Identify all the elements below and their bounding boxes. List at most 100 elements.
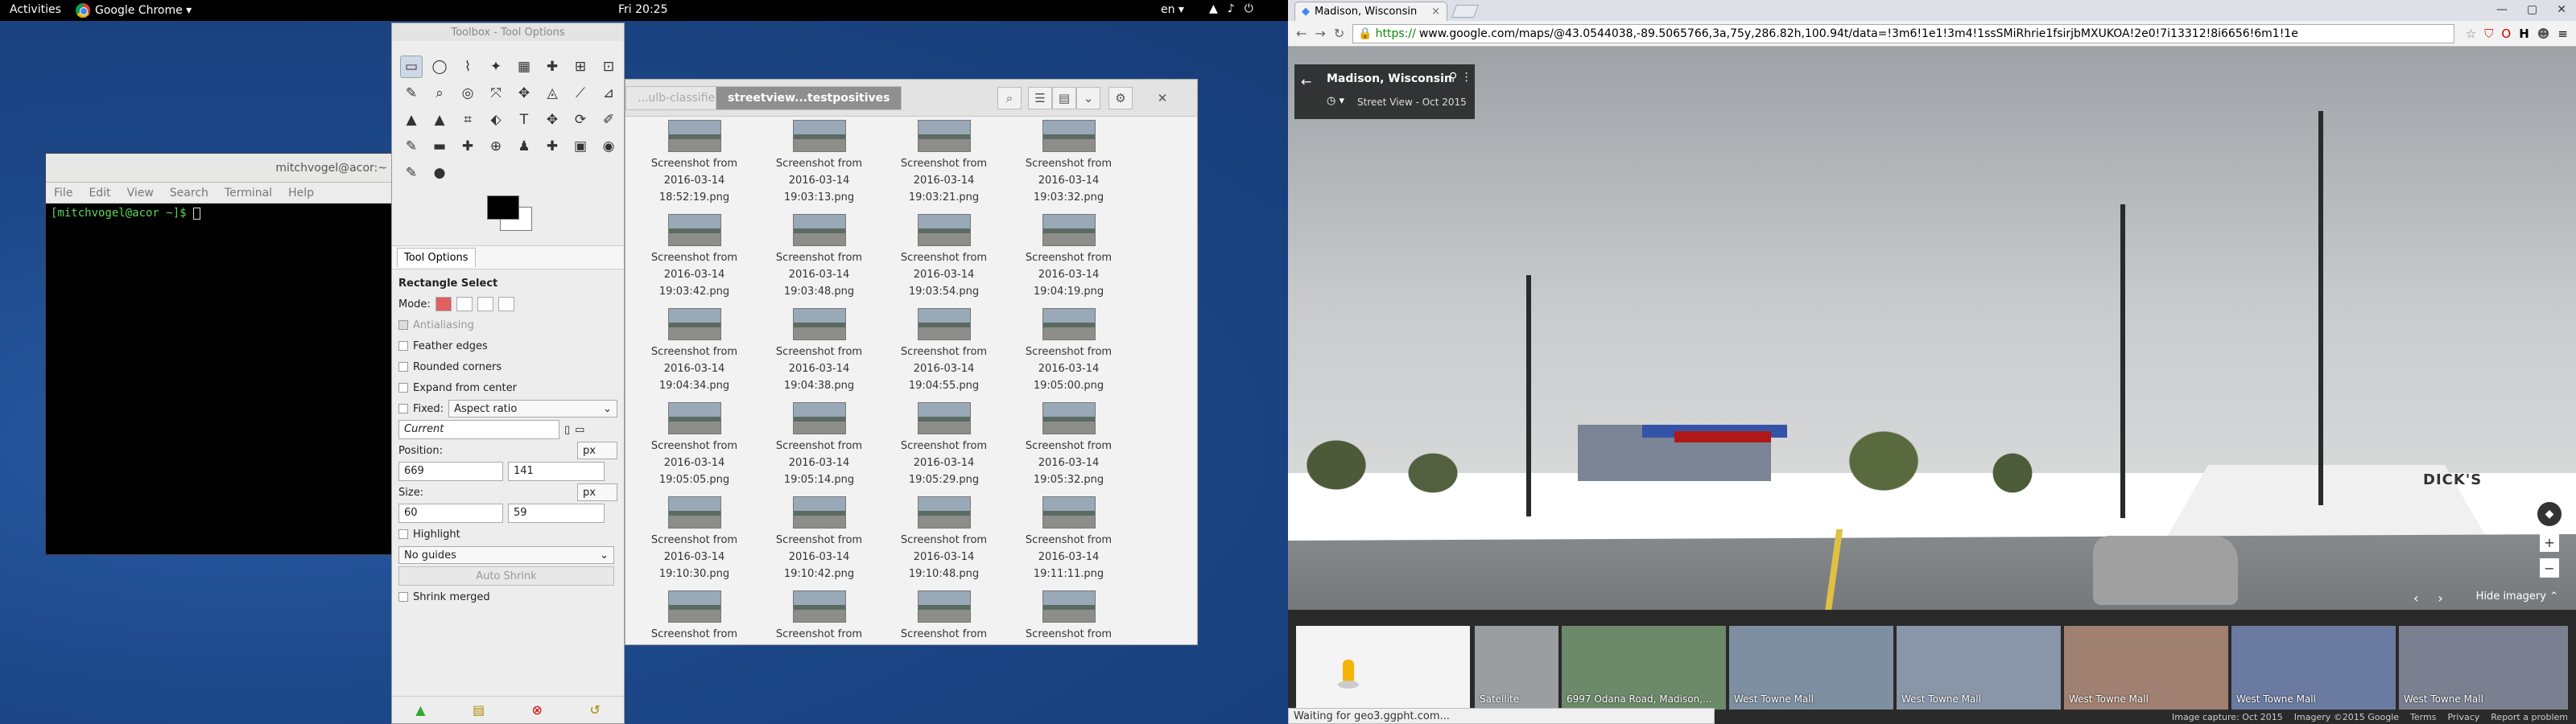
mode-intersect-button[interactable] (497, 297, 514, 311)
compass-icon[interactable]: ◆ (2537, 502, 2562, 526)
tool-button-12-icon[interactable]: ✥ (513, 82, 535, 105)
tool-button-3-icon[interactable]: ✦ (485, 56, 507, 78)
file-item[interactable]: Screenshot from 2016-03-14 19:04:34.png (632, 308, 757, 394)
tool-options-tab[interactable]: Tool Options (397, 248, 476, 267)
next-image-icon[interactable]: › (2438, 590, 2442, 606)
terminal-body[interactable]: [mitchvogel@acor ~]$ (46, 204, 394, 223)
file-item[interactable]: Screenshot from 2016-03-14 18:52:19.png (632, 120, 757, 206)
color-swatches[interactable] (392, 189, 624, 245)
maximize-icon[interactable]: ▢ (2527, 3, 2537, 16)
back-arrow-icon[interactable]: ← (1301, 74, 1311, 89)
tool-button-19-icon[interactable]: ⬖ (485, 109, 507, 131)
pegman-card[interactable] (1296, 626, 1470, 710)
file-item[interactable]: Screenshot from 2016-03-14 19:04:19.png (1006, 214, 1131, 300)
street-view-canvas[interactable]: DICK'S ← Madison, Wisconsin ⚲ ⋮ ◷ ▾ Stre… (1288, 47, 2576, 610)
menu-file[interactable]: File (54, 187, 72, 200)
save-options-icon[interactable]: ▲ (415, 702, 425, 718)
highlight-checkbox[interactable] (398, 529, 408, 539)
address-bar[interactable]: 🔒 https:// www.google.com/maps/@43.05440… (1352, 23, 2454, 43)
list-view-icon[interactable]: ☰ (1028, 87, 1052, 109)
file-item[interactable]: Screenshot from 2016-03-14 19:10:48.png (881, 496, 1006, 582)
filmstrip-card[interactable]: West Towne Mall (2231, 626, 2396, 710)
gimp-toolbox-window[interactable]: Toolbox - Tool Options ▭ ◯ ⌇ ✦ ▦ ✚ ⊞ ⊡ ✎ ⌕ ◎ ⤧ ✥ ◬ ⟋ ⊿ ▲… (391, 23, 625, 724)
menu-edit[interactable]: Edit (89, 187, 110, 200)
shrink-merged-row[interactable]: Shrink merged (398, 586, 617, 607)
filmstrip-card[interactable]: West Towne Mall (1897, 626, 2061, 710)
landscape-icon[interactable]: ▭ (575, 424, 584, 436)
feather-checkbox[interactable] (398, 341, 408, 351)
search-icon[interactable]: ⌕ (997, 87, 1022, 109)
footer-privacy-link[interactable]: Privacy (2447, 712, 2479, 722)
minimize-icon[interactable]: — (2496, 3, 2508, 16)
fixed-checkbox[interactable] (398, 404, 408, 413)
tool-button-15-icon[interactable]: ⊿ (597, 82, 620, 105)
app-menu[interactable]: Google Chrome ▾ (76, 3, 192, 18)
file-item[interactable]: Screenshot from 2016-03-14 19:10:42.png (757, 496, 881, 582)
new-tab-button[interactable] (1451, 5, 1479, 18)
prev-image-icon[interactable]: ‹ (2413, 590, 2418, 606)
menu-terminal[interactable]: Terminal (225, 187, 272, 200)
file-item[interactable]: Screenshot from 2016-03-14 19:03:42.png (632, 214, 757, 300)
feather-row[interactable]: Feather edges (398, 335, 617, 356)
language-indicator[interactable]: en ▾ (1161, 3, 1184, 16)
filmstrip-card[interactable]: West Towne Mall (2064, 626, 2228, 710)
file-item[interactable]: Screenshot from (1006, 590, 1131, 643)
tool-button-9-icon[interactable]: ⌕ (428, 82, 451, 105)
rounded-checkbox[interactable] (398, 362, 408, 372)
mode-replace-button[interactable] (435, 297, 452, 311)
shrink-merged-checkbox[interactable] (398, 592, 408, 602)
file-item[interactable]: Screenshot from 2016-03-14 19:04:38.png (757, 308, 881, 394)
tool-button-28-icon[interactable]: ♟ (513, 135, 535, 158)
size-width-input[interactable]: 60 (398, 504, 503, 523)
highlight-row[interactable]: Highlight (398, 524, 617, 545)
extension-opera-icon[interactable]: O (2501, 27, 2511, 41)
tool-button-1-icon[interactable]: ◯ (428, 56, 451, 78)
expand-checkbox[interactable] (398, 383, 408, 393)
file-item[interactable]: Screenshot from 2016-03-14 19:05:32.png (1006, 402, 1131, 488)
footer-terms-link[interactable]: Terms (2410, 712, 2436, 722)
grid-view-icon[interactable]: ▤ (1052, 87, 1076, 109)
file-item[interactable]: Screenshot from 2016-03-14 19:03:54.png (881, 214, 1006, 300)
tool-button-18-icon[interactable]: ⌗ (456, 109, 479, 131)
bookmark-star-icon[interactable]: ☆ (2466, 27, 2476, 41)
rounded-row[interactable]: Rounded corners (398, 356, 617, 377)
file-item[interactable]: Screenshot from 2016-03-14 19:05:00.png (1006, 308, 1131, 394)
menu-view[interactable]: View (127, 187, 154, 200)
map-pin-icon[interactable]: ⚲ ⋮ (1449, 71, 1472, 84)
tool-button-7-icon[interactable]: ⊡ (597, 56, 620, 78)
tool-button-5-icon[interactable]: ✚ (541, 56, 564, 78)
foreground-color-swatch[interactable] (487, 195, 519, 220)
file-manager-window[interactable]: ...ulb-classifier streetview...testposit… (625, 79, 1198, 645)
filmstrip-card[interactable]: Satellite (1475, 626, 1558, 710)
tool-button-25-icon[interactable]: ▬ (428, 135, 451, 158)
chrome-menu-icon[interactable]: ≡ (2557, 27, 2568, 41)
file-item[interactable]: Screenshot from 2016-03-14 19:03:32.png (1006, 120, 1131, 206)
view-options-icon[interactable]: ⌄ (1076, 87, 1100, 109)
terminal-window[interactable]: mitchvogel@acor:~ File Edit View Search … (45, 153, 394, 555)
gear-icon[interactable]: ⚙ (1108, 87, 1133, 109)
file-item[interactable]: Screenshot from 2016-03-14 19:04:55.png (881, 308, 1006, 394)
zoom-out-button[interactable]: − (2540, 558, 2559, 578)
filmstrip-card[interactable]: 6997 Odana Road, Madison,... (1562, 626, 1726, 710)
file-item[interactable]: Screenshot from 2016-03-14 19:05:29.png (881, 402, 1006, 488)
restore-options-icon[interactable]: ▤ (473, 702, 485, 718)
tool-button-6-icon[interactable]: ⊞ (569, 56, 592, 78)
reset-options-icon[interactable]: ↺ (589, 702, 600, 718)
portrait-icon[interactable]: ▯ (564, 424, 570, 436)
file-item[interactable]: Screenshot from (881, 590, 1006, 643)
tab-madison[interactable]: ◆ Madison, Wisconsin × (1294, 2, 1447, 21)
tool-button-13-icon[interactable]: ◬ (541, 82, 564, 105)
menu-help[interactable]: Help (288, 187, 314, 200)
clock[interactable]: Fri 20:25 (618, 3, 667, 16)
position-x-input[interactable]: 669 (398, 462, 503, 481)
guides-dropdown[interactable]: No guides ⌄ (398, 546, 614, 564)
terminal-titlebar[interactable]: mitchvogel@acor:~ (46, 154, 394, 183)
file-item[interactable]: Screenshot from 2016-03-14 19:03:48.png (757, 214, 881, 300)
tool-button-23-icon[interactable]: ✐ (597, 109, 620, 131)
position-unit-dropdown[interactable]: px (577, 442, 617, 459)
footer-report-link[interactable]: Report a problem (2491, 712, 2568, 722)
tool-button-17-icon[interactable]: ▲ (428, 109, 451, 131)
history-clock-icon[interactable]: ◷ ▾ (1327, 95, 1344, 107)
size-unit-dropdown[interactable]: px (577, 483, 617, 501)
tool-button-21-icon[interactable]: ✥ (541, 109, 564, 131)
